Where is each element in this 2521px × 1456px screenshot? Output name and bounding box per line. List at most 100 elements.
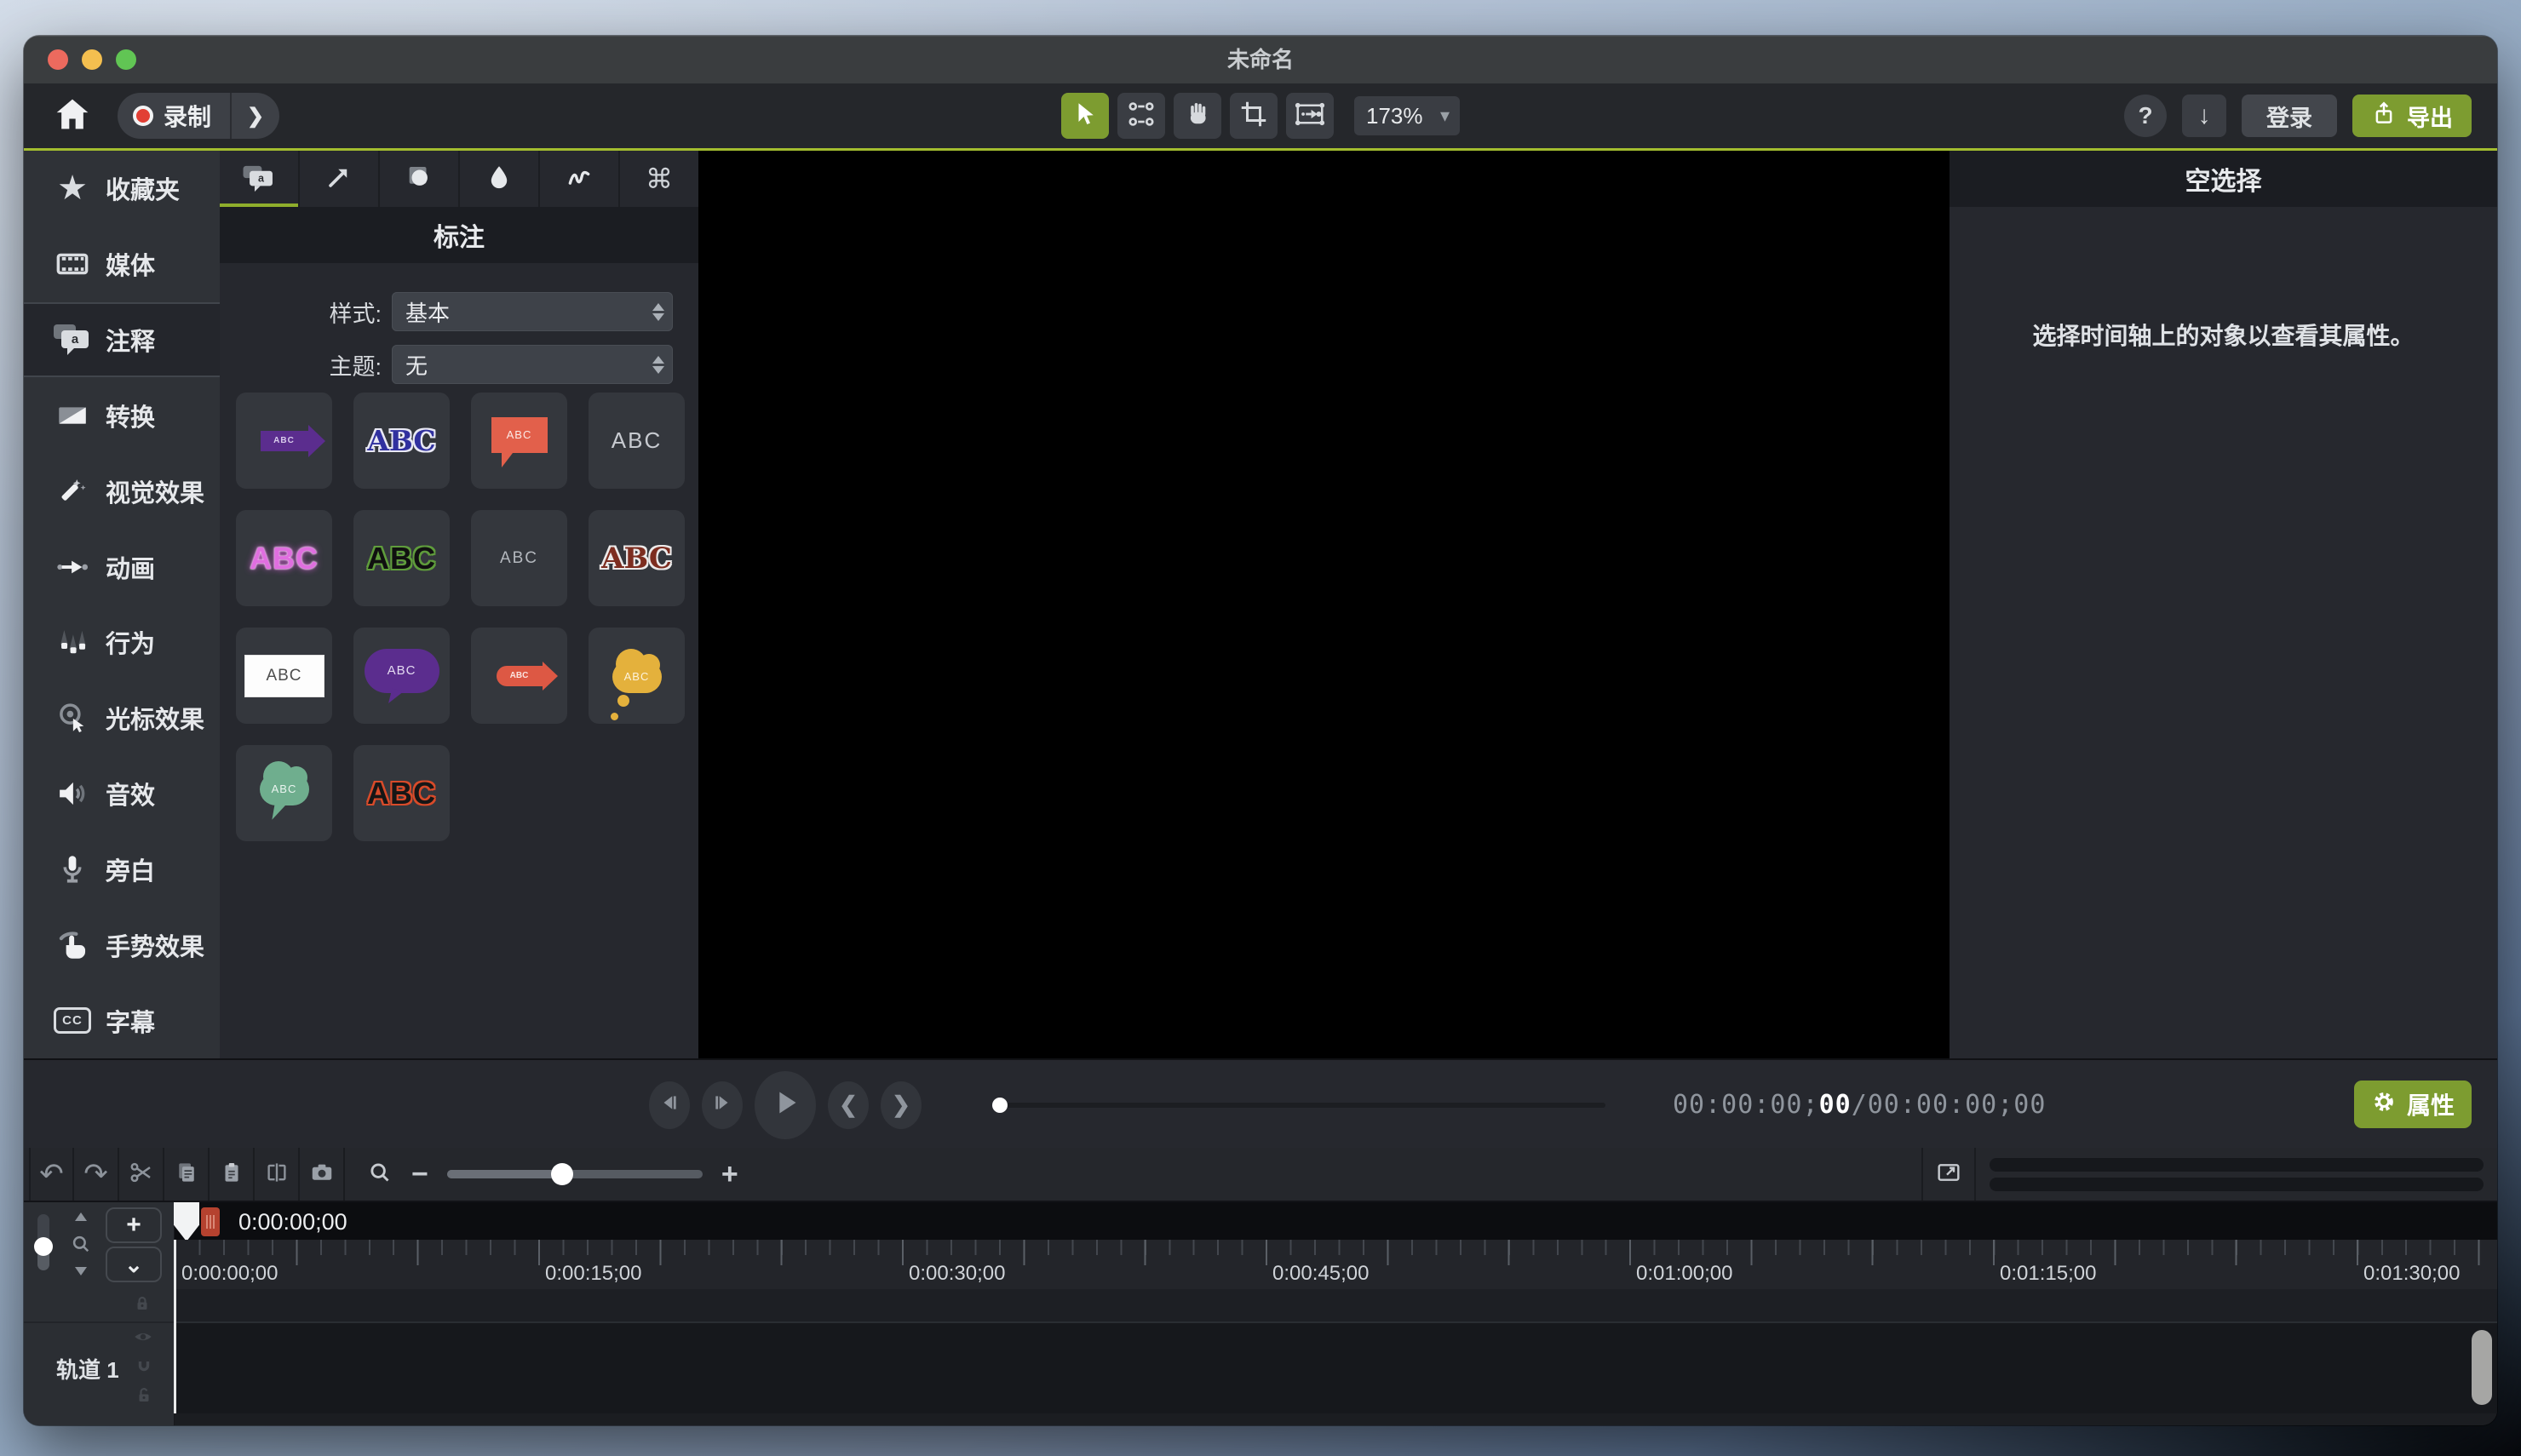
preset-purple-arrow[interactable]: ABC <box>236 393 332 489</box>
sidebar-item-gesture-effects[interactable]: 手势效果 <box>24 907 220 983</box>
preset-gold-thought-cloud[interactable]: ABC <box>589 628 685 724</box>
copy-icon <box>174 1160 199 1189</box>
select-tool-button[interactable] <box>1061 93 1109 139</box>
paste-button[interactable] <box>210 1148 255 1201</box>
vertical-zoom-control[interactable] <box>68 1212 94 1275</box>
sidebar-item-transitions[interactable]: 转换 <box>24 377 220 453</box>
step-back-button[interactable] <box>649 1081 690 1129</box>
zoom-in-button[interactable]: + <box>721 1158 738 1191</box>
crop-tool-button[interactable] <box>1230 93 1278 139</box>
video-canvas[interactable] <box>698 151 1950 1058</box>
sidebar-item-audio-effects[interactable]: 音效 <box>24 756 220 832</box>
sidebar-item-behaviors[interactable]: 行为 <box>24 605 220 680</box>
preset-white-rectangle[interactable]: ABC <box>236 628 332 724</box>
preset-coral-rounded-arrow[interactable]: ABC <box>471 628 567 724</box>
zoom-pan-animation-button[interactable] <box>1286 93 1334 139</box>
export-button[interactable]: 导出 <box>2352 95 2472 137</box>
track-height-slider[interactable] <box>37 1214 49 1270</box>
preset-maroon-outline-serif[interactable]: ABC <box>589 510 685 606</box>
preset-black-orange-outline[interactable]: ABC <box>353 745 450 841</box>
sidebar-item-annotations[interactable]: a 注释 <box>24 302 220 378</box>
record-control: 录制 ❯ <box>118 93 279 139</box>
playhead-flag-icon[interactable] <box>174 1202 199 1241</box>
timeline-ruler[interactable]: 0:00:00;00 0:00:15;00 0:00:30;00 0:00:45… <box>175 1240 2497 1289</box>
film-icon <box>53 244 92 284</box>
next-clip-button[interactable]: ❯ <box>881 1081 922 1129</box>
pan-tool-button[interactable] <box>1174 93 1221 139</box>
edit-points-tool-button[interactable] <box>1117 93 1165 139</box>
login-button[interactable]: 登录 <box>2242 95 2337 137</box>
home-button[interactable] <box>49 93 95 139</box>
tab-arrows[interactable] <box>300 151 380 207</box>
copy-button[interactable] <box>164 1148 210 1201</box>
ruler-label: 0:01:15;00 <box>2000 1262 2096 1286</box>
tab-blur[interactable] <box>460 151 540 207</box>
properties-toggle-button[interactable]: 属性 <box>2354 1081 2472 1128</box>
record-options-button[interactable]: ❯ <box>230 93 279 139</box>
preset-green-outline[interactable]: ABC <box>353 510 450 606</box>
track-visibility-eye-icon[interactable] <box>132 1327 154 1350</box>
previous-icon: ❮ <box>839 1092 858 1118</box>
download-button[interactable]: ↓ <box>2182 95 2226 137</box>
sketch-line-tab-icon <box>565 163 594 196</box>
tab-shapes[interactable] <box>380 151 460 207</box>
sidebar-item-animations[interactable]: 动画 <box>24 529 220 605</box>
record-button[interactable]: 录制 <box>118 93 230 139</box>
preset-coral-speech-bubble[interactable]: ABC <box>471 393 567 489</box>
tab-callouts[interactable]: a <box>220 151 300 207</box>
undo-button[interactable]: ↶ <box>29 1148 74 1201</box>
timeline-zoom-slider[interactable] <box>447 1170 703 1178</box>
preset-plain-small[interactable]: ABC <box>471 510 567 606</box>
track-magnet-icon[interactable] <box>134 1356 154 1380</box>
screenshot-button[interactable] <box>300 1148 345 1201</box>
detach-timeline-button[interactable] <box>1921 1148 1976 1201</box>
preset-blue-outline-serif[interactable]: ABC <box>353 393 450 489</box>
redo-button[interactable]: ↷ <box>74 1148 119 1201</box>
theme-select[interactable]: 无 <box>392 345 673 384</box>
preset-purple-rounded-bubble[interactable]: ABC <box>353 628 450 724</box>
ruler-label: 0:00:30;00 <box>909 1262 1005 1286</box>
help-button[interactable]: ? <box>2124 95 2167 137</box>
record-icon <box>133 106 153 126</box>
add-track-button[interactable]: + <box>106 1207 162 1243</box>
scrubber[interactable] <box>992 1060 1605 1149</box>
ruler-label: 0:00:00;00 <box>181 1262 278 1286</box>
playhead[interactable]: 0:00:00;00 <box>174 1202 347 1241</box>
stepper-icon <box>652 356 664 374</box>
track-height-handle[interactable] <box>34 1237 53 1256</box>
cut-button[interactable] <box>119 1148 164 1201</box>
tab-sketch[interactable] <box>540 151 620 207</box>
zoom-out-button[interactable]: − <box>411 1158 428 1191</box>
split-button[interactable] <box>255 1148 300 1201</box>
timeline-zoom-cluster: − + <box>345 1148 761 1201</box>
sidebar-item-captions[interactable]: CC 字幕 <box>24 983 220 1058</box>
sidebar-item-visual-effects[interactable]: 视觉效果 <box>24 453 220 529</box>
track-lane[interactable] <box>175 1323 2497 1413</box>
sidebar-item-cursor-effects[interactable]: 光标效果 <box>24 680 220 756</box>
playhead-grip-icon[interactable] <box>201 1207 220 1236</box>
style-select[interactable]: 基本 <box>392 292 673 331</box>
preset-plain-light[interactable]: ABC <box>589 393 685 489</box>
scrubber-handle[interactable] <box>992 1098 1008 1113</box>
playhead-strip[interactable]: 0:00:00;00 <box>175 1202 2497 1240</box>
play-button[interactable] <box>755 1071 816 1139</box>
playhead-line[interactable] <box>174 1240 176 1413</box>
sidebar-item-voice-narration[interactable]: 旁白 <box>24 831 220 907</box>
collapse-tracks-button[interactable]: ⌄ <box>106 1247 162 1282</box>
timeline-horizontal-scrollbar[interactable] <box>1976 1158 2497 1191</box>
zoom-slider-handle[interactable] <box>551 1163 573 1185</box>
scrubber-track[interactable] <box>1004 1103 1605 1108</box>
step-forward-icon <box>711 1092 733 1118</box>
previous-clip-button[interactable]: ❮ <box>828 1081 869 1129</box>
sidebar-item-favorites[interactable]: ★ 收藏夹 <box>24 151 220 226</box>
canvas-zoom-select[interactable]: 173% ▾ <box>1354 96 1460 135</box>
track-lock-open-icon[interactable] <box>134 1385 154 1410</box>
step-forward-button[interactable] <box>702 1081 743 1129</box>
preset-pink-neon[interactable]: ABC <box>236 510 332 606</box>
timeline-vertical-scrollbar[interactable] <box>2472 1330 2492 1405</box>
sidebar-item-media[interactable]: 媒体 <box>24 226 220 302</box>
preset-green-cloud-bubble[interactable]: ABC <box>236 745 332 841</box>
hand-icon <box>1182 99 1213 134</box>
shape-tab-icon <box>405 163 434 196</box>
tab-keystroke[interactable]: ⌘ <box>620 151 698 207</box>
